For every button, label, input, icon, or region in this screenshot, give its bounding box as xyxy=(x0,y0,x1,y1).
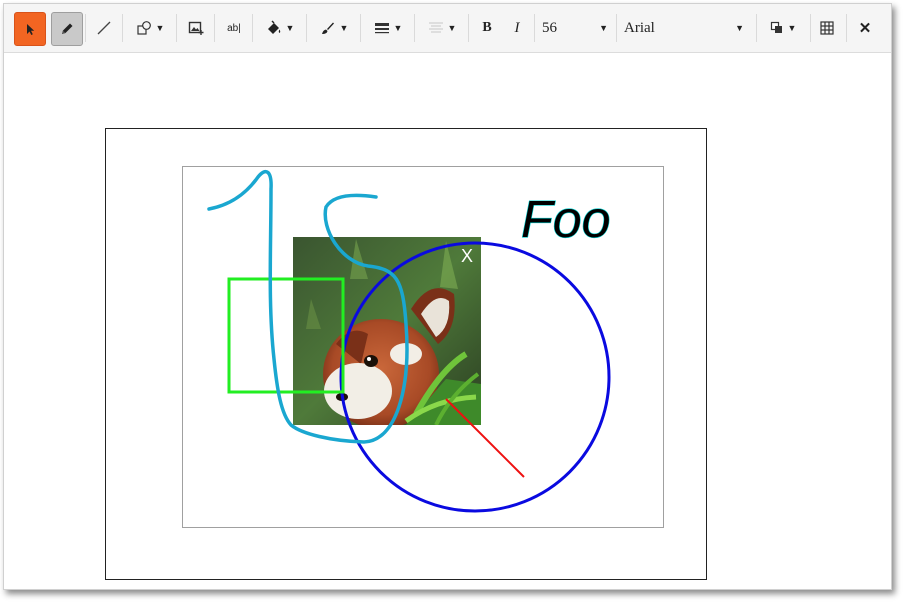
chevron-down-icon: ▼ xyxy=(599,23,608,33)
add-image-icon xyxy=(188,20,205,36)
arrange-icon xyxy=(770,21,784,35)
toolbar-separator xyxy=(534,14,535,42)
line-width-dropdown[interactable]: ▼ xyxy=(366,12,410,44)
select-tool-button[interactable] xyxy=(14,12,46,46)
chevron-down-icon: ▼ xyxy=(447,23,457,33)
select-arrow-icon xyxy=(23,22,37,36)
bold-icon: B xyxy=(482,20,492,35)
chevron-down-icon: ▼ xyxy=(787,23,797,33)
bold-button[interactable]: B xyxy=(474,12,500,44)
close-icon: ✕ xyxy=(858,20,872,37)
toolbar-separator xyxy=(85,14,86,42)
toolbar-separator xyxy=(468,14,469,42)
toolbar-separator xyxy=(360,14,361,42)
text-tool-button[interactable]: ab| xyxy=(220,12,248,44)
toolbar-separator xyxy=(846,14,847,42)
line-tool-button[interactable] xyxy=(90,12,118,44)
shapes-dropdown-button[interactable]: ▼ xyxy=(128,12,172,44)
chevron-down-icon: ▼ xyxy=(155,23,165,33)
fill-color-dropdown[interactable]: ▼ xyxy=(258,12,302,44)
toolbar: ▼ ab| ▼ ▼ ▼ ▼ B I 56 ▼ Arial ▼ ▼ ✕ xyxy=(4,4,891,53)
close-button[interactable]: ✕ xyxy=(852,12,878,44)
toolbar-separator xyxy=(252,14,253,42)
line-width-icon xyxy=(374,21,390,35)
grid-icon xyxy=(820,21,834,35)
drawing-layer[interactable]: X Foo xyxy=(106,129,706,579)
chevron-down-icon: ▼ xyxy=(339,23,349,33)
fill-bucket-icon xyxy=(266,20,282,36)
toolbar-separator xyxy=(616,14,617,42)
font-family-select[interactable]: Arial ▼ xyxy=(624,12,744,44)
chevron-down-icon: ▼ xyxy=(393,23,403,33)
toolbar-separator xyxy=(122,14,123,42)
pencil-icon xyxy=(59,21,75,37)
toolbar-separator xyxy=(414,14,415,42)
shapes-icon xyxy=(136,20,152,36)
add-image-button[interactable] xyxy=(182,12,210,44)
grid-button[interactable] xyxy=(814,12,840,44)
text-tool-icon: ab| xyxy=(227,22,241,34)
font-family-value: Arial xyxy=(624,19,655,36)
chevron-down-icon: ▼ xyxy=(735,23,744,33)
canvas-area[interactable]: X Foo xyxy=(4,53,891,589)
text-align-dropdown[interactable]: ▼ xyxy=(420,12,464,44)
font-size-value: 56 xyxy=(542,19,557,36)
pencil-tool-button[interactable] xyxy=(51,12,83,46)
toolbar-separator xyxy=(306,14,307,42)
font-size-select[interactable]: 56 ▼ xyxy=(542,12,608,44)
toolbar-separator xyxy=(756,14,757,42)
chevron-down-icon: ▼ xyxy=(285,23,295,33)
line-icon xyxy=(96,20,112,36)
toolbar-separator xyxy=(214,14,215,42)
image-close-label[interactable]: X xyxy=(461,246,473,266)
document-canvas[interactable]: X Foo xyxy=(105,128,707,580)
toolbar-separator xyxy=(810,14,811,42)
toolbar-separator xyxy=(176,14,177,42)
arrange-dropdown[interactable]: ▼ xyxy=(762,12,804,44)
stroke-color-dropdown[interactable]: ▼ xyxy=(312,12,356,44)
line-shape[interactable] xyxy=(445,398,525,478)
foo-text-object[interactable]: Foo xyxy=(520,190,611,249)
italic-icon: I xyxy=(514,19,520,36)
italic-button[interactable]: I xyxy=(504,12,530,44)
text-align-icon xyxy=(428,21,444,35)
red-panda-image[interactable]: X xyxy=(293,237,481,429)
drawing-editor-window: ▼ ab| ▼ ▼ ▼ ▼ B I 56 ▼ Arial ▼ ▼ ✕ X Foo xyxy=(3,3,892,590)
brush-icon xyxy=(320,20,336,36)
